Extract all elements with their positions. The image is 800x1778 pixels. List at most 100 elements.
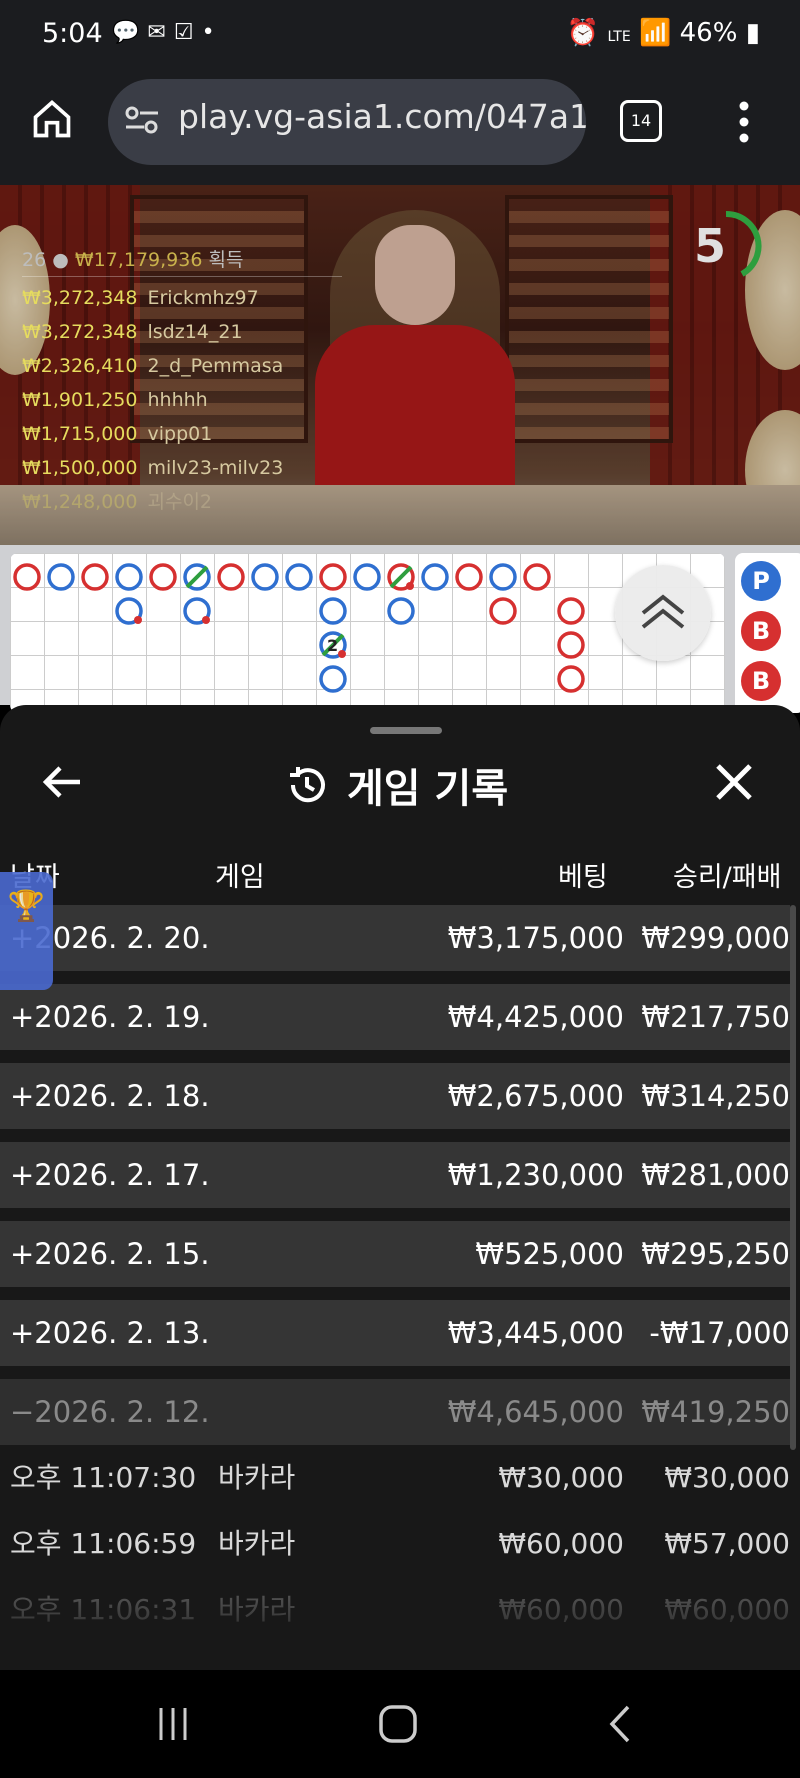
- banker-badge: B: [741, 661, 781, 701]
- tie-count: 2: [327, 636, 338, 655]
- history-day-row[interactable]: +2026. 2. 20. ₩3,175,000 ₩299,000: [0, 905, 790, 971]
- day-result: ₩299,000: [641, 921, 790, 955]
- history-day-row[interactable]: −2026. 2. 12. ₩4,645,000 ₩419,250: [0, 1379, 790, 1445]
- trophy-icon: 🏆: [7, 889, 46, 924]
- day-result: ₩281,000: [641, 1158, 790, 1192]
- day-bet: ₩3,175,000: [447, 921, 624, 955]
- game-bet: ₩60,000: [498, 1527, 624, 1560]
- winner-amount: ₩1,248,000: [22, 491, 138, 513]
- winner-name: lsdz14_21: [147, 321, 243, 343]
- column-game[interactable]: 게임: [215, 855, 265, 894]
- winners-header: 26 ● ₩17,179,936 획득: [22, 245, 342, 277]
- day-result: -₩17,000: [649, 1316, 790, 1350]
- dot-icon: •: [201, 20, 223, 45]
- signal-icon: 📶: [638, 18, 672, 48]
- status-time: 5:04: [42, 18, 103, 49]
- panel-title: 게임 기록: [285, 755, 508, 815]
- check-icon: ☑: [173, 20, 202, 45]
- trophy-button[interactable]: 🏆: [0, 872, 53, 990]
- game-bet: ₩30,000: [498, 1461, 624, 1494]
- day-result: ₩314,250: [641, 1079, 790, 1113]
- winner-name: hhhhh: [147, 389, 208, 411]
- battery-icon: ▮: [745, 18, 760, 48]
- day-bet: ₩4,645,000: [447, 1395, 624, 1429]
- column-bet[interactable]: 베팅: [558, 855, 608, 894]
- winners-list: 26 ● ₩17,179,936 획득 ₩3,272,348 Erickmhz97…: [22, 245, 342, 519]
- winner-row: ₩3,272,348 Erickmhz97: [22, 281, 342, 315]
- game-time: 오후 11:07:30: [10, 1461, 197, 1494]
- history-day-row[interactable]: +2026. 2. 19. ₩4,425,000 ₩217,750: [0, 984, 790, 1050]
- winner-row: ₩1,901,250 hhhhh: [22, 383, 342, 417]
- game-result: ₩57,000: [664, 1527, 790, 1560]
- battery-text: 46%: [679, 18, 738, 48]
- back-button-icon[interactable]: [606, 1704, 636, 1748]
- winner-amount: ₩2,326,410: [22, 355, 138, 377]
- day-date: +2026. 2. 13.: [10, 1316, 210, 1350]
- winner-name: milv23-milv23: [147, 457, 284, 479]
- winner-name: Erickmhz97: [147, 287, 259, 309]
- winner-row: ₩2,326,410 2_d_Pemmasa: [22, 349, 342, 383]
- home-icon[interactable]: [30, 97, 80, 147]
- status-bar: 5:04 💬✉☑• ⏰ LTE 📶 46% ▮: [0, 0, 800, 75]
- game-name: 바카라: [218, 1461, 296, 1494]
- close-icon[interactable]: [712, 760, 762, 810]
- day-bet: ₩2,675,000: [447, 1079, 624, 1113]
- alarm-icon: ⏰: [566, 18, 600, 48]
- history-day-row[interactable]: +2026. 2. 18. ₩2,675,000 ₩314,250: [0, 1063, 790, 1129]
- browser-toolbar: play.vg-asia1.com/047a1 14: [0, 75, 800, 185]
- game-result: ₩30,000: [664, 1461, 790, 1494]
- result-summary: P B B: [735, 553, 800, 713]
- history-game-row[interactable]: 오후 11:07:30 바카라 ₩30,000 ₩30,000: [0, 1445, 790, 1511]
- winner-amount: ₩1,500,000: [22, 457, 138, 479]
- game-history-panel: 게임 기록 날짜 게임 베팅 승리/패배 +2026. 2. 20.₩3,175…: [0, 705, 800, 1670]
- day-result: ₩419,250: [641, 1395, 790, 1429]
- live-video[interactable]: 26 ● ₩17,179,936 획득 ₩3,272,348 Erickmhz97…: [0, 185, 800, 545]
- history-day-row[interactable]: +2026. 2. 17. ₩1,230,000 ₩281,000: [0, 1142, 790, 1208]
- day-date: +2026. 2. 18.: [10, 1079, 210, 1113]
- status-right: ⏰ LTE 📶 46% ▮: [567, 18, 760, 48]
- home-button-icon[interactable]: [378, 1704, 418, 1748]
- game-time: 오후 11:06:59: [10, 1527, 197, 1560]
- day-date: −2026. 2. 12.: [10, 1395, 210, 1429]
- recent-apps-icon[interactable]: [155, 1706, 191, 1746]
- day-bet: ₩3,445,000: [447, 1316, 624, 1350]
- drag-handle[interactable]: [370, 727, 442, 734]
- winner-amount: ₩1,901,250: [22, 389, 138, 411]
- day-bet: ₩525,000: [475, 1237, 624, 1271]
- more-menu-icon[interactable]: [737, 97, 751, 147]
- history-day-row[interactable]: +2026. 2. 15. ₩525,000 ₩295,250: [0, 1221, 790, 1287]
- day-result: ₩295,250: [641, 1237, 790, 1271]
- mail-icon: ✉: [147, 20, 174, 45]
- system-nav-bar: [0, 1670, 800, 1778]
- tab-switcher-button[interactable]: 14: [620, 100, 662, 142]
- winner-row: ₩1,715,000 vipp01: [22, 417, 342, 451]
- winner-row: ₩1,500,000 milv23-milv23: [22, 451, 342, 485]
- column-result[interactable]: 승리/패배: [673, 855, 781, 894]
- day-bet: ₩1,230,000: [447, 1158, 624, 1192]
- url-field[interactable]: play.vg-asia1.com/047a1: [108, 79, 586, 165]
- day-date: +2026. 2. 19.: [10, 1000, 210, 1034]
- winner-amount: ₩1,715,000: [22, 423, 138, 445]
- expand-roadmap-button[interactable]: [615, 565, 711, 661]
- game-name: 바카라: [218, 1527, 296, 1560]
- notification-icons: 💬✉☑•: [112, 20, 223, 45]
- player-badge: P: [741, 561, 781, 601]
- day-date: +2026. 2. 17.: [10, 1158, 210, 1192]
- winner-name: vipp01: [147, 423, 213, 445]
- winner-name: 2_d_Pemmasa: [147, 355, 284, 377]
- day-result: ₩217,750: [641, 1000, 790, 1034]
- back-arrow-icon[interactable]: [40, 760, 90, 810]
- winner-amount: ₩3,272,348: [22, 321, 138, 343]
- history-rows: +2026. 2. 20. ₩3,175,000 ₩299,000 +2026. 2.…: [0, 905, 790, 1643]
- history-day-row[interactable]: +2026. 2. 13. ₩3,445,000 -₩17,000: [0, 1300, 790, 1366]
- history-icon: [290, 767, 325, 803]
- site-settings-icon[interactable]: [124, 105, 160, 135]
- winner-row: ₩1,248,000 괴수이2: [22, 485, 342, 519]
- lte-label: LTE: [607, 29, 631, 45]
- url-text: play.vg-asia1.com/047a1: [178, 97, 586, 136]
- winner-name: 괴수이2: [147, 491, 213, 513]
- scrollbar[interactable]: [790, 905, 796, 1450]
- history-game-row[interactable]: 오후 11:06:59 바카라 ₩60,000 ₩57,000: [0, 1511, 790, 1577]
- roadmap: 2 P B B: [0, 545, 800, 713]
- talk-icon: 💬: [112, 20, 148, 45]
